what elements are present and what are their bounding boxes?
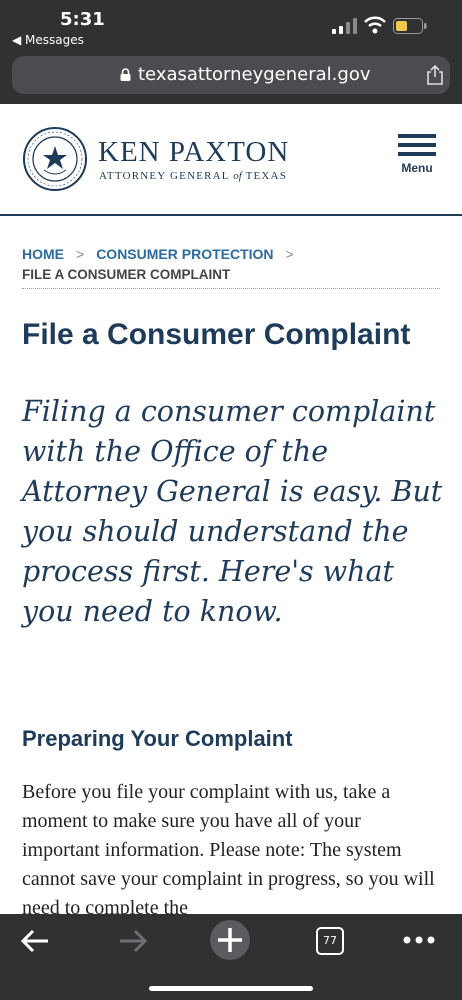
plus-icon xyxy=(218,928,242,952)
cellular-signal-icon xyxy=(332,18,357,34)
texas-attorney-general-seal-logo[interactable] xyxy=(22,126,88,192)
page-title: File a Consumer Complaint xyxy=(22,318,411,351)
url-text[interactable]: texasattorneygeneral.gov xyxy=(138,64,370,85)
breadcrumb-separator: > xyxy=(285,246,294,262)
menu-label: Menu xyxy=(401,161,433,175)
home-indicator xyxy=(149,986,313,991)
body-paragraph: Before you file your complaint with us, … xyxy=(22,781,435,919)
breadcrumb-current: FILE A CONSUMER COMPLAINT xyxy=(22,267,231,282)
new-tab-button[interactable] xyxy=(210,920,250,960)
address-bar[interactable]: texasattorneygeneral.gov xyxy=(12,56,450,94)
forward-arrow-icon[interactable] xyxy=(118,928,148,954)
share-icon[interactable] xyxy=(426,65,444,85)
tabs-button[interactable]: 77 xyxy=(316,927,344,955)
back-arrow-icon[interactable] xyxy=(20,928,50,954)
browser-address-area: texasattorneygeneral.gov xyxy=(0,52,462,104)
lead-paragraph: Filing a consumer complaint with the Off… xyxy=(22,395,443,628)
brand-subtitle-part: TEXAS xyxy=(241,170,288,182)
hamburger-icon xyxy=(396,134,438,156)
brand-name[interactable]: KEN PAXTON xyxy=(98,136,289,169)
battery-icon xyxy=(393,18,427,34)
more-options-icon[interactable] xyxy=(402,928,436,952)
status-time: 5:31 xyxy=(60,9,105,30)
breadcrumb-home-link[interactable]: HOME xyxy=(22,246,64,262)
browser-toolbar: 77 xyxy=(0,914,462,1000)
brand-subtitle: ATTORNEY GENERAL of TEXAS xyxy=(99,170,287,182)
wifi-icon xyxy=(364,16,386,34)
back-to-messages[interactable]: ◀ Messages xyxy=(12,33,84,47)
brand-subtitle-of: of xyxy=(233,170,242,182)
breadcrumb: HOME > CONSUMER PROTECTION > FILE A CONSUME… xyxy=(22,246,440,289)
status-bar: 5:31 ◀ Messages xyxy=(0,0,462,52)
site-header: KEN PAXTON ATTORNEY GENERAL of TEXAS Men… xyxy=(0,104,462,216)
section-heading: Preparing Your Complaint xyxy=(22,726,293,751)
breadcrumb-separator: > xyxy=(76,246,85,262)
lock-icon xyxy=(120,68,131,81)
breadcrumb-consumer-protection-link[interactable]: CONSUMER PROTECTION xyxy=(96,246,273,262)
menu-button[interactable]: Menu xyxy=(396,134,438,186)
brand-subtitle-part: ATTORNEY GENERAL xyxy=(99,170,234,182)
